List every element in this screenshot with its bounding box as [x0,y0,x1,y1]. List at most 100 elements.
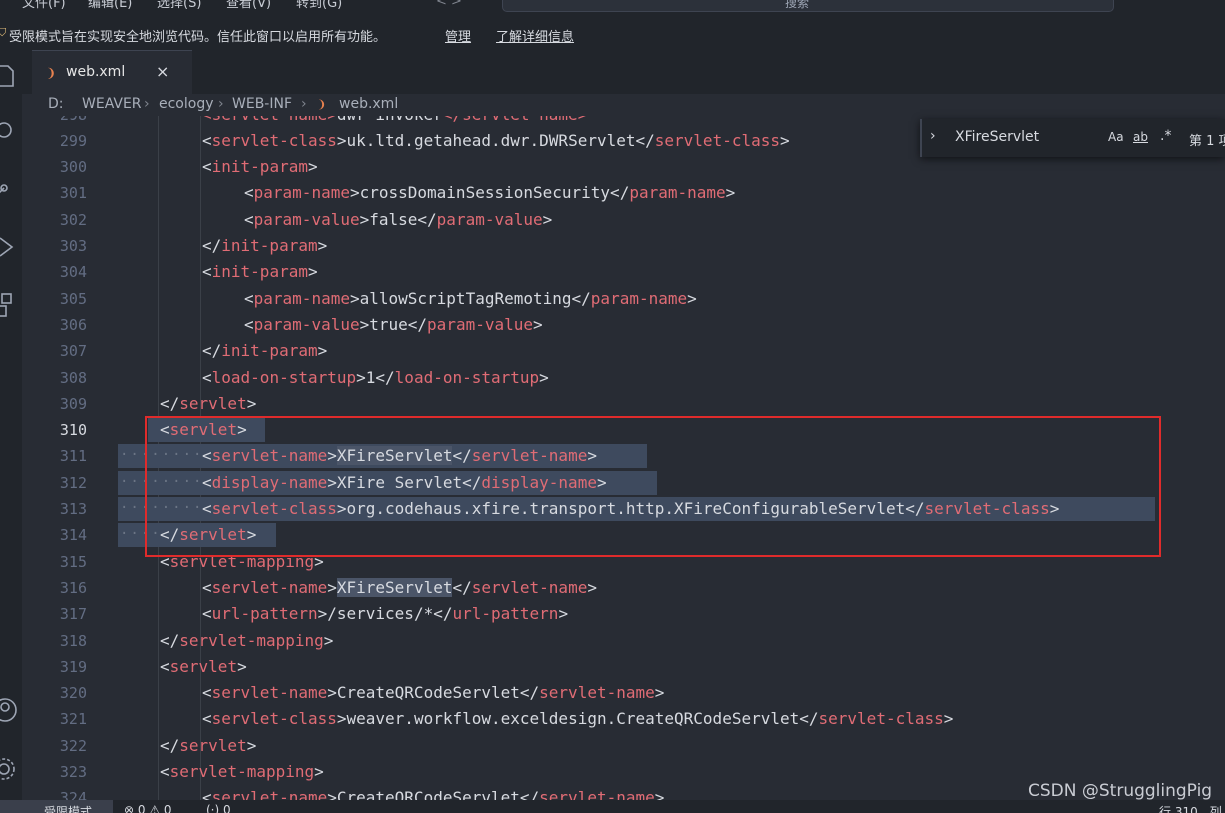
xml-text: > [558,604,569,624]
line-number: 306 [59,315,87,334]
source-control-icon[interactable] [0,176,14,200]
run-debug-icon[interactable] [0,236,16,258]
xml-text: > [539,367,549,387]
code-line[interactable]: <servlet-mapping> [160,759,324,785]
line-number: 300 [59,158,87,177]
code-line[interactable]: <servlet-name>dwr-invoker</servlet-name> [202,116,587,128]
ports-status[interactable]: (·) 0 [206,803,231,813]
account-icon[interactable] [0,695,18,725]
xml-tag-name: servlet-name [211,577,328,597]
tab-web-xml[interactable]: ❩ web.xml × [32,50,192,94]
xml-tag-name: servlet [169,656,238,676]
xml-text: >/services/*</ [317,604,453,624]
match-count: 第 1 项 [1189,134,1225,149]
line-number: 304 [59,263,87,282]
code-line[interactable]: <servlet-name>XFireServlet</servlet-name… [202,575,597,601]
xml-text: > [587,577,597,597]
toggle-replace-chevron-icon[interactable]: › [930,128,936,144]
code-line[interactable]: <servlet-class>uk.ltd.getahead.dwr.DWRSe… [202,128,790,154]
line-number: 307 [59,342,87,361]
code-line[interactable]: <init-param> [202,154,318,180]
code-line[interactable]: </init-param> [202,233,327,259]
close-icon[interactable]: × [156,62,169,81]
xml-text: < [202,157,212,177]
code-line[interactable]: <param-name>allowScriptTagRemoting</para… [244,286,697,312]
xml-text: </ [160,393,180,413]
line-number: 311 [59,447,87,466]
code-line[interactable]: </servlet> [160,391,256,417]
xml-text: > [317,236,328,255]
xml-text: < [244,183,254,203]
problems-status[interactable]: ⊗ 0 ⚠ 0 [124,803,172,813]
line-number: 316 [59,578,87,597]
code-line[interactable]: <servlet> [160,654,247,680]
nav-arrows[interactable]: < > [436,0,462,9]
manage-link[interactable]: 管理 [445,26,471,45]
xml-text: </ [202,341,222,361]
xml-tag-name: servlet-class [654,130,780,150]
breadcrumb-web-inf[interactable]: WEB-INF [232,96,292,112]
menu-edit[interactable]: 编辑(E) [88,0,132,11]
breadcrumb-weaver[interactable]: WEAVER [82,96,142,112]
cursor-position[interactable]: 行 310，列 [1159,803,1222,813]
explorer-icon[interactable] [0,64,14,88]
restricted-mode-status[interactable]: 受限模式 [0,800,113,813]
menu-go[interactable]: 转到(G) [296,0,342,11]
code-line[interactable]: <load-on-startup>1</load-on-startup> [202,365,549,391]
code-line[interactable]: <servlet-name>CreateQRCodeServlet</servl… [202,785,664,800]
code-line[interactable]: <param-value>true</param-value> [244,312,543,338]
watermark: CSDN @StrugglingPig [1028,781,1213,801]
find-widget: › XFireServlet Aa ab .* 第 1 项 [920,119,1225,157]
line-number: 305 [59,289,87,308]
menu-selection[interactable]: 选择(S) [157,0,201,11]
menu-file[interactable]: 文件(F) [22,0,66,11]
breadcrumb-drive[interactable]: D: [48,96,64,112]
status-bar: 受限模式 ⊗ 0 ⚠ 0 (·) 0 行 310，列 [0,800,1225,813]
command-center-search[interactable]: 搜索 [502,0,1114,12]
xml-text: > [943,709,954,729]
xml-tag-name: servlet-mapping [169,762,315,781]
xml-tag-name: servlet-class [211,709,337,729]
xml-text: > [317,341,328,361]
gear-icon[interactable] [0,754,18,784]
xml-text: > [246,735,257,755]
line-number: 312 [59,473,87,492]
activity-bar [0,50,22,800]
code-line[interactable]: <param-value>false</param-value> [244,207,552,233]
regex-toggle[interactable]: .* [1160,128,1171,144]
xml-tag-name: servlet-name [211,683,328,703]
breadcrumb-ecology[interactable]: ecology [159,96,214,112]
xml-text: dwr-invoker [337,116,443,124]
line-number: 299 [59,131,87,150]
match-whole-word-toggle[interactable]: ab [1133,130,1148,144]
xml-text: < [160,762,170,781]
code-line[interactable]: <servlet-class>weaver.workflow.exceldesi… [202,706,953,732]
line-number: 322 [59,736,87,755]
xml-tag-name: <servlet-name> [202,116,337,124]
extensions-icon[interactable] [0,292,16,326]
learn-more-link[interactable]: 了解详细信息 [496,26,574,45]
code-line[interactable]: </servlet-mapping> [160,628,333,654]
code-line[interactable]: <servlet-name>CreateQRCodeServlet</servl… [202,680,664,706]
menu-view[interactable]: 查看(V) [226,0,271,11]
line-number: 309 [59,394,87,413]
xml-tag-name: param-value [436,209,543,229]
find-input[interactable]: XFireServlet [955,129,1039,145]
line-number: 324 [59,789,87,800]
line-number: 308 [59,368,87,387]
line-number: 320 [59,684,87,703]
line-number: 313 [59,500,87,518]
code-line[interactable]: </init-param> [202,338,327,364]
search-icon[interactable] [0,120,16,142]
xml-text: >uk.ltd.getahead.dwr.DWRServlet</ [336,130,655,150]
line-number: 298 [22,116,87,128]
line-number-gutter: 298 299 300 301 302 303 304 305 306 307 308 309 310 3… [22,116,118,800]
code-line[interactable]: <init-param> [202,259,318,285]
xml-tag-name: param-name [253,183,350,203]
search-placeholder: 搜索 [785,0,810,10]
code-line[interactable]: </servlet> [160,733,256,759]
breadcrumb-file[interactable]: web.xml [339,96,398,112]
code-line[interactable]: <url-pattern>/services/*</url-pattern> [202,601,568,627]
code-line[interactable]: <param-name>crossDomainSessionSecurity</… [244,180,735,206]
match-case-toggle[interactable]: Aa [1108,130,1124,144]
